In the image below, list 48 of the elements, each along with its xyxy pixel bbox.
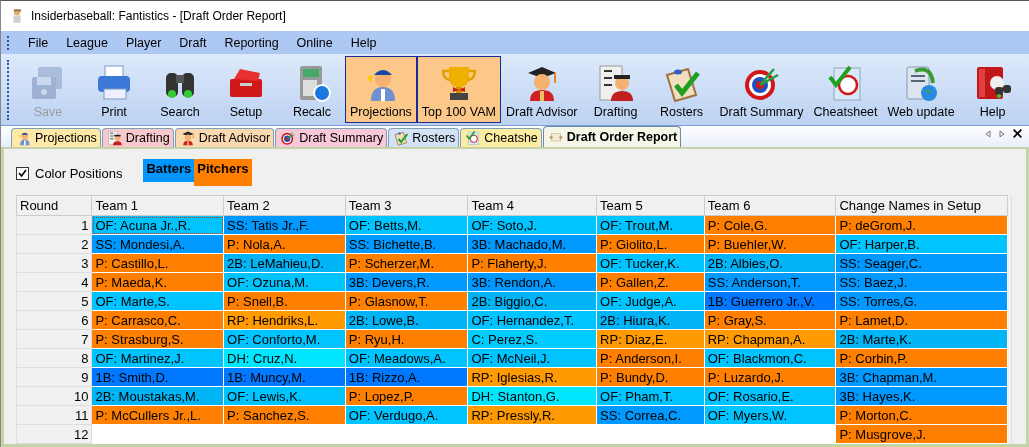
toolbar-button[interactable]: Cheatsheet: [808, 56, 883, 123]
clipboard-check-icon: [393, 130, 410, 146]
menu-item[interactable]: Player: [116, 35, 171, 50]
scroll-left-icon: [984, 128, 992, 139]
column-header: Team 2: [223, 195, 346, 216]
menu-item[interactable]: League: [57, 35, 117, 50]
toolbar-button[interactable]: Top 100 VAM: [416, 56, 501, 123]
toolbar-button[interactable]: Draft Summary: [714, 56, 809, 123]
check-icon: [17, 168, 28, 179]
tab[interactable]: Projections: [11, 128, 101, 147]
toolbar-button[interactable]: Setup: [213, 56, 279, 123]
toolbar-button[interactable]: Drafting: [582, 56, 649, 123]
graded-paper-icon: [465, 130, 482, 146]
tab[interactable]: Cheatshe: [460, 128, 542, 147]
tab[interactable]: Draft Order Report: [542, 126, 682, 147]
color-positions-checkbox[interactable]: Color Positions: [16, 166, 123, 181]
toolbar-button[interactable]: Help: [959, 56, 1026, 123]
menu-item[interactable]: Help: [341, 35, 386, 50]
column-header: Round: [16, 195, 92, 216]
window-title: Insiderbaseball: Fantistics - [Draft Order Report]: [31, 9, 286, 23]
tab[interactable]: Draft Summary: [275, 128, 388, 147]
column-header: Team 3: [345, 195, 468, 216]
menu-item[interactable]: Draft: [170, 35, 216, 50]
ranked-list-icon: [106, 130, 123, 146]
column-header: Team 4: [467, 195, 597, 216]
legend-swatch: Pitchers: [194, 159, 252, 186]
toolbar-button[interactable]: Recalc: [279, 56, 345, 123]
column-header: Team 6: [704, 195, 836, 216]
scroll-right-icon: [998, 128, 1006, 139]
tab[interactable]: Draft Advisor: [174, 128, 275, 147]
legend-swatch: Batters: [143, 159, 195, 182]
tab[interactable]: Rosters: [388, 128, 460, 147]
column-header: Team 1: [91, 195, 224, 216]
toolbar-button[interactable]: Print: [81, 56, 147, 123]
toolbar-button[interactable]: Draft Advisor: [500, 56, 583, 123]
toolbar-button[interactable]: Projections: [345, 56, 417, 123]
toolbar-button[interactable]: Rosters: [648, 56, 715, 123]
menu-item[interactable]: Reporting: [215, 35, 288, 50]
column-header: Change Names in Setup: [835, 195, 1008, 216]
close-icon: [1012, 128, 1023, 139]
toolbar-button[interactable]: Web update: [882, 56, 960, 123]
target-icon: [280, 130, 297, 146]
player-icon: [16, 130, 32, 146]
menu-item[interactable]: File: [19, 35, 58, 50]
tab[interactable]: Drafting: [101, 128, 174, 147]
menu-item[interactable]: Online: [287, 35, 342, 50]
column-header: Team 5: [596, 195, 705, 216]
toolbar-button[interactable]: Search: [147, 56, 213, 123]
